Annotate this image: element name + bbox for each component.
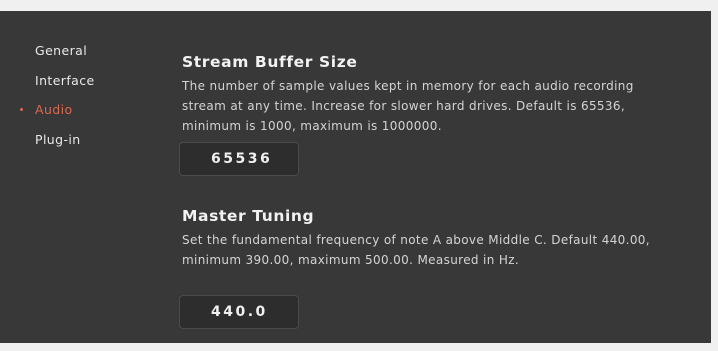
settings-panel: General Interface Audio Plug-in Stream B… <box>0 11 711 343</box>
stream-buffer-description: The number of sample values kept in memo… <box>182 79 634 133</box>
stream-buffer-section: Stream Buffer Size The number of sample … <box>182 53 662 136</box>
sidebar-item-interface[interactable]: Interface <box>35 73 95 88</box>
master-tuning-section: Master Tuning Set the fundamental freque… <box>182 207 662 270</box>
stream-buffer-input[interactable] <box>179 142 299 176</box>
sidebar-item-plug-in[interactable]: Plug-in <box>35 132 81 147</box>
settings-sidebar: General Interface Audio Plug-in <box>0 11 160 343</box>
active-indicator-dot <box>20 108 23 111</box>
stream-buffer-title: Stream Buffer Size <box>182 53 358 71</box>
sidebar-item-audio[interactable]: Audio <box>35 102 73 117</box>
master-tuning-description: Set the fundamental frequency of note A … <box>182 233 650 267</box>
master-tuning-title: Master Tuning <box>182 207 315 225</box>
master-tuning-input[interactable] <box>179 295 299 329</box>
sidebar-item-general[interactable]: General <box>35 43 87 58</box>
